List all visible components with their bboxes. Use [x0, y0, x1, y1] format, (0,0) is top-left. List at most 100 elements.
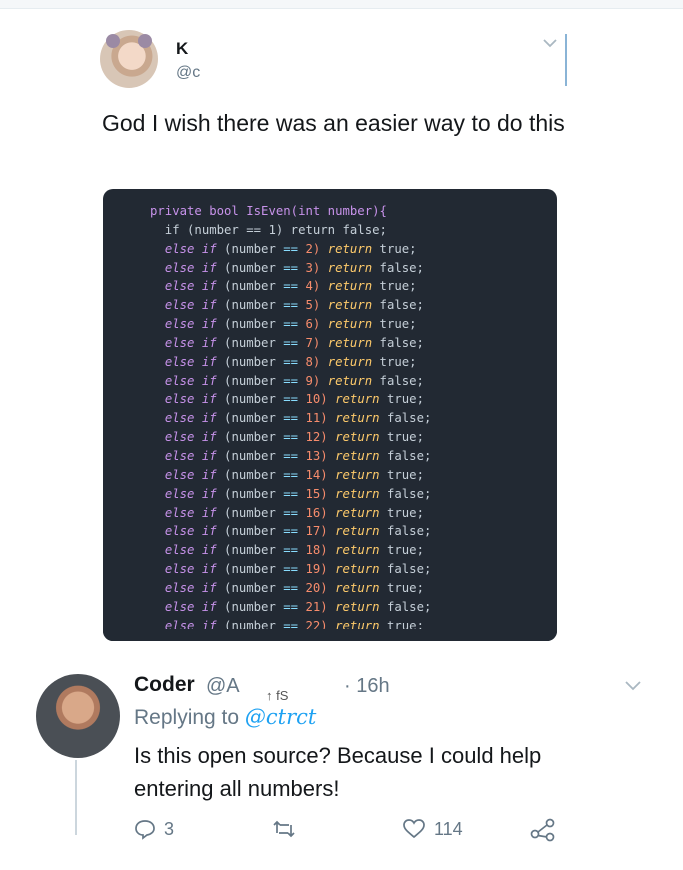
- code-token: (number: [216, 580, 284, 595]
- code-token: ==: [283, 543, 299, 558]
- reply-count: 3: [164, 818, 175, 839]
- chevron-down-icon[interactable]: [624, 679, 642, 693]
- code-number: 8): [305, 354, 321, 369]
- code-token: (number: [216, 354, 284, 369]
- code-line: else if (number == 4) return true;: [150, 277, 431, 296]
- code-line: else if (number == 11) return false;: [150, 409, 432, 428]
- code-token: else if: [164, 486, 217, 501]
- avatar-ear-decoration: [138, 34, 152, 48]
- code-token: (number: [216, 599, 284, 614]
- code-number: 20): [305, 580, 328, 595]
- code-token: ==: [283, 580, 299, 595]
- code-token: ==: [283, 562, 299, 577]
- code-token: else if: [164, 392, 217, 407]
- tweet-text: God I wish there was an easier way to do…: [102, 110, 565, 136]
- code-token: ==: [283, 354, 299, 369]
- share-button[interactable]: [530, 818, 556, 842]
- share-icon: [530, 818, 555, 842]
- code-line: else if (number == 15) return false;: [150, 485, 432, 504]
- reply-avatar[interactable]: [36, 674, 120, 758]
- code-line: private bool IsEven(int number){: [150, 202, 431, 221]
- code-number: 16): [305, 505, 328, 520]
- retweet-button[interactable]: [272, 818, 304, 840]
- code-token: return: [335, 467, 380, 482]
- reply-button[interactable]: 3: [134, 818, 174, 840]
- reply-author-handle[interactable]: @A: [206, 675, 240, 698]
- code-token: ==: [283, 505, 299, 520]
- code-return-value: false;: [372, 260, 424, 275]
- code-token: else if: [164, 298, 217, 313]
- code-line: else if (number == 19) return false;: [150, 560, 432, 579]
- code-line: else if (number == 20) return true;: [150, 579, 431, 598]
- like-button[interactable]: 114: [402, 818, 463, 840]
- code-token: (number: [216, 505, 284, 520]
- code-token: return: [335, 543, 380, 558]
- code-token: ==: [283, 279, 299, 294]
- code-return-value: true;: [379, 392, 424, 407]
- code-token: (number: [216, 467, 284, 482]
- code-line: else if (number == 16) return true;: [150, 504, 431, 523]
- code-return-value: true;: [372, 279, 417, 294]
- code-return-value: true;: [379, 430, 424, 445]
- code-token: else if: [164, 260, 217, 275]
- code-return-value: true;: [379, 467, 424, 482]
- avatar[interactable]: [100, 30, 158, 88]
- author-handle[interactable]: @c: [176, 64, 200, 82]
- code-number: 11): [305, 411, 328, 426]
- action-bar: 3 114: [0, 818, 683, 848]
- code-token: else if: [164, 317, 217, 332]
- code-number: 9): [305, 373, 321, 388]
- code-token: (number: [216, 448, 284, 463]
- code-token: (number: [216, 373, 284, 388]
- code-line: if (number == 1) return false;: [150, 221, 431, 240]
- author-name[interactable]: K: [176, 39, 188, 59]
- code-line: else if (number == 14) return true;: [150, 466, 431, 485]
- code-token: (number: [216, 260, 284, 275]
- code-image[interactable]: private bool IsEven(int number){ if (num…: [103, 189, 557, 641]
- code-token: else if: [164, 580, 217, 595]
- code-token: ==: [283, 298, 299, 313]
- code-token: (number: [216, 317, 284, 332]
- reply-author-name[interactable]: Coder: [134, 673, 195, 697]
- replying-handle-link[interactable]: @ctrct: [245, 705, 316, 729]
- code-token: else if: [164, 430, 217, 445]
- code-token: else if: [164, 524, 217, 539]
- chevron-down-icon[interactable]: [542, 36, 558, 50]
- code-return-value: false;: [372, 373, 424, 388]
- code-line: else if (number == 8) return true;: [150, 353, 431, 372]
- code-token: else if: [164, 373, 217, 388]
- code-line: else if (number == 2) return true;: [150, 240, 431, 259]
- reply-timestamp[interactable]: · 16h: [344, 675, 390, 698]
- code-number: 2): [305, 241, 321, 256]
- code-token: return: [327, 260, 373, 275]
- code-return-value: false;: [379, 448, 432, 463]
- code-token: (number: [216, 392, 284, 407]
- code-token: (number: [216, 543, 284, 558]
- code-line: else if (number == 21) return false;: [150, 598, 432, 617]
- code-token: ==: [283, 599, 299, 614]
- code-token: return: [335, 562, 380, 577]
